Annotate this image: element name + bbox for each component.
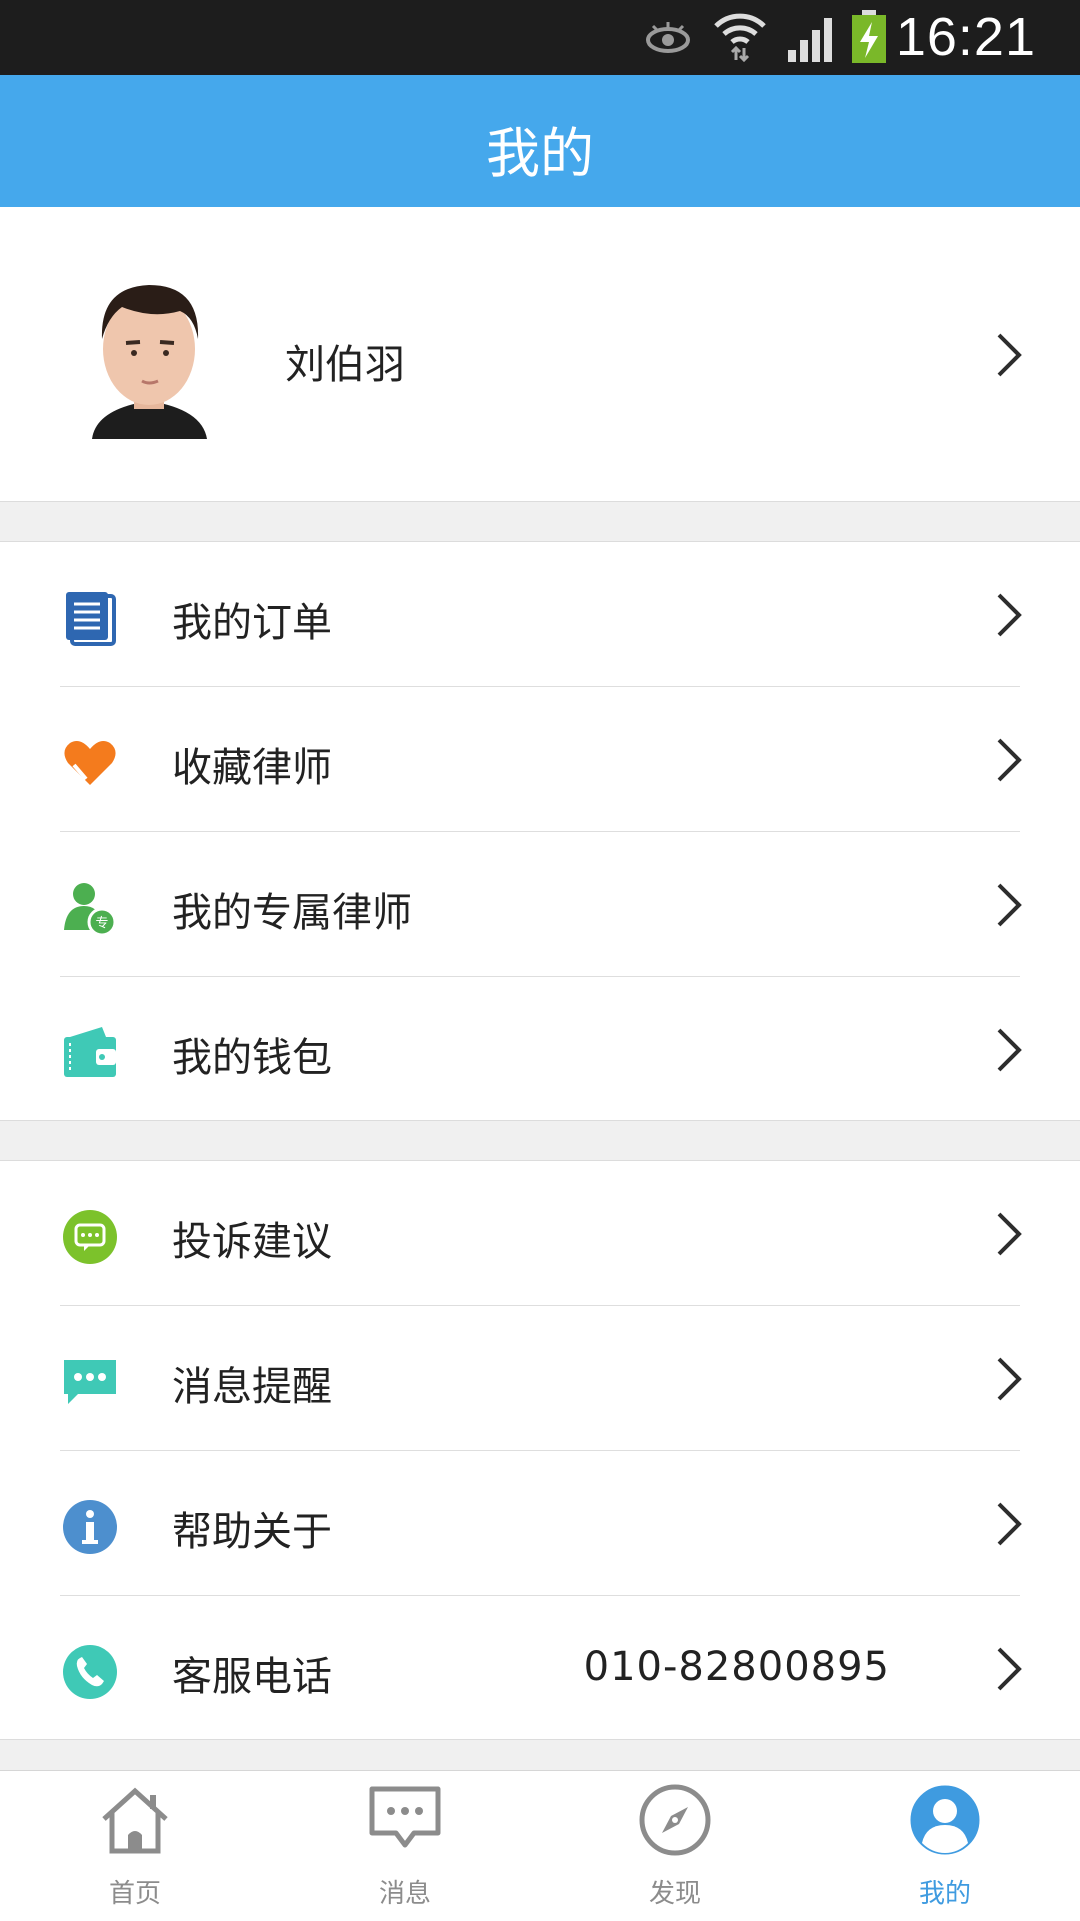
chevron-right-icon — [997, 1212, 1022, 1256]
profile-row[interactable]: 刘伯羽 — [0, 207, 1080, 502]
menu-item-feedback[interactable]: 投诉建议 — [0, 1161, 1080, 1306]
menu-item-help-about[interactable]: 帮助关于 — [0, 1451, 1080, 1596]
status-time: 16:21 — [895, 7, 1036, 67]
user-icon — [910, 1785, 980, 1855]
menu-item-customer-service[interactable]: 客服电话 010-82800895 — [0, 1596, 1080, 1741]
menu-label: 我的钱包 — [172, 1035, 332, 1081]
heart-icon — [64, 741, 116, 785]
menu-item-orders[interactable]: 我的订单 — [0, 542, 1080, 687]
page-title: 我的 — [486, 122, 594, 185]
chevron-right-icon — [997, 593, 1022, 637]
message-icon — [64, 1360, 116, 1404]
menu-label: 我的订单 — [172, 600, 332, 646]
phone-icon — [63, 1645, 117, 1699]
tab-label: 我的 — [918, 1879, 971, 1909]
feedback-icon — [63, 1210, 117, 1264]
menu-label: 收藏律师 — [172, 745, 332, 791]
document-icon — [66, 592, 116, 646]
bottom-tab-bar: 首页 消息 发现 我的 — [0, 1770, 1080, 1921]
signal-icon — [788, 18, 832, 62]
avatar — [92, 285, 207, 439]
tab-mine[interactable]: 我的 — [810, 1771, 1080, 1921]
menu-label: 投诉建议 — [172, 1219, 332, 1265]
wifi-icon — [714, 13, 766, 62]
chevron-right-icon — [997, 333, 1022, 377]
phone-number: 010-82800895 — [583, 1644, 890, 1690]
svg-text:专: 专 — [95, 916, 108, 931]
menu-section-support: 投诉建议 消息提醒 帮助关于 客服电话 010-82800895 — [0, 1160, 1080, 1740]
tab-discover[interactable]: 发现 — [540, 1771, 810, 1921]
eye-icon — [646, 22, 690, 53]
menu-label: 消息提醒 — [172, 1364, 332, 1410]
app-bar: 我的 — [0, 75, 1080, 207]
menu-item-notifications[interactable]: 消息提醒 — [0, 1306, 1080, 1451]
menu-item-wallet[interactable]: 我的钱包 — [0, 977, 1080, 1122]
chevron-right-icon — [997, 1502, 1022, 1546]
chevron-right-icon — [997, 738, 1022, 782]
tab-home[interactable]: 首页 — [0, 1771, 270, 1921]
chevron-right-icon — [997, 883, 1022, 927]
exclusive-lawyer-icon: 专 — [64, 883, 117, 936]
tab-label: 发现 — [648, 1879, 701, 1909]
chevron-right-icon — [997, 1647, 1022, 1691]
menu-item-exclusive-lawyer[interactable]: 专 我的专属律师 — [0, 832, 1080, 977]
tab-label: 首页 — [108, 1879, 161, 1909]
wallet-icon — [64, 1027, 116, 1077]
status-bar: 16:21 — [0, 0, 1080, 75]
compass-icon — [639, 1784, 711, 1856]
chevron-right-icon — [997, 1028, 1022, 1072]
tab-messages[interactable]: 消息 — [270, 1771, 540, 1921]
battery-charging-icon — [852, 10, 886, 63]
menu-label: 客服电话 — [172, 1654, 332, 1700]
menu-label: 我的专属律师 — [172, 890, 412, 936]
menu-label: 帮助关于 — [172, 1509, 332, 1555]
profile-name: 刘伯羽 — [285, 342, 405, 388]
info-icon — [63, 1500, 117, 1554]
tab-label: 消息 — [378, 1879, 431, 1909]
home-icon — [102, 1787, 168, 1854]
menu-item-favorite-lawyers[interactable]: 收藏律师 — [0, 687, 1080, 832]
menu-section-account: 我的订单 收藏律师 专 我的专属律师 我的钱包 — [0, 541, 1080, 1121]
chevron-right-icon — [997, 1357, 1022, 1401]
chat-icon — [369, 1786, 441, 1848]
